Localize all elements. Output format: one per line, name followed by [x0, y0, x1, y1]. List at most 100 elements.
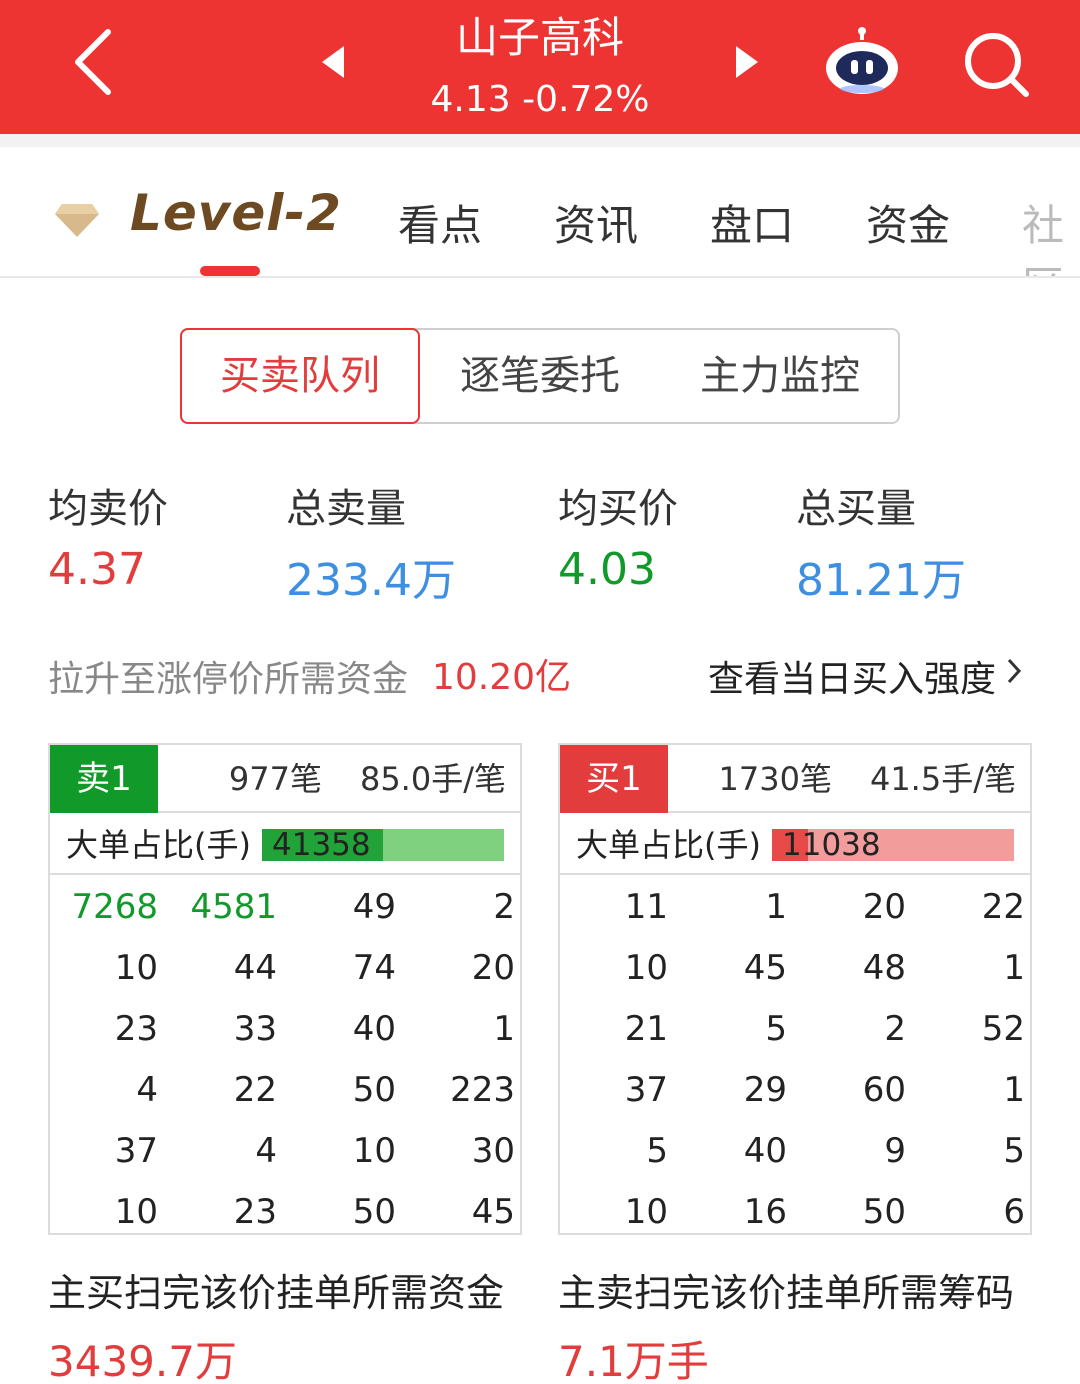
- queue-cell: 11: [624, 887, 668, 927]
- sell1-badge: 卖1: [50, 745, 158, 813]
- avg-buy-price-value: 4.03: [558, 544, 656, 595]
- large-order-ratio-label: 大单占比(手): [66, 826, 251, 864]
- queue-cell: 23: [114, 1009, 158, 1049]
- buy-ratio-value: 11038: [782, 827, 881, 863]
- queue-cell: 50: [352, 1070, 396, 1110]
- total-buy-volume-value: 81.21万: [796, 555, 966, 606]
- queue-cell: 7268: [71, 887, 158, 927]
- buy-queue-panel: 买1 1730笔 41.5手/笔 大单占比(手) 11038 11 1 20 22 10…: [558, 743, 1032, 1235]
- queue-cell: 52: [981, 1009, 1025, 1049]
- queue-cell: 2: [884, 1009, 906, 1049]
- total-sell-volume-value: 233.4万: [286, 555, 456, 606]
- chevron-right-icon[interactable]: [1004, 656, 1024, 686]
- buy1-avg-lots: 41.5手/笔: [869, 760, 1016, 798]
- segment-control: 买卖队列 逐笔委托 主力监控: [180, 328, 900, 424]
- segment-order-by-order[interactable]: 逐笔委托: [420, 330, 660, 422]
- queue-cell: 1: [1003, 948, 1025, 988]
- buy-large-order-ratio: 大单占比(手) 11038: [560, 815, 1030, 875]
- sell-queue-header: 卖1 977笔 85.0手/笔: [50, 745, 520, 813]
- queue-cell: 50: [862, 1192, 906, 1232]
- buy-strength-link[interactable]: 查看当日买入强度: [708, 650, 996, 702]
- queue-cell: 74: [352, 948, 396, 988]
- back-icon[interactable]: [62, 22, 132, 102]
- search-icon[interactable]: [962, 30, 1032, 100]
- queue-cell: 37: [114, 1131, 158, 1171]
- queue-cell: 10: [114, 948, 158, 988]
- queue-cell: 30: [471, 1131, 515, 1171]
- queue-cell: 20: [471, 948, 515, 988]
- robot-assistant-icon[interactable]: [822, 26, 902, 98]
- tab-funds[interactable]: 资金: [866, 192, 950, 253]
- sell1-avg-lots: 85.0手/笔: [359, 760, 506, 798]
- queue-cell: 45: [743, 948, 787, 988]
- queue-cell: 16: [743, 1192, 787, 1232]
- queue-cell: 1: [765, 887, 787, 927]
- queue-cell: 37: [624, 1070, 668, 1110]
- queue-cell: 50: [352, 1192, 396, 1232]
- sell1-order-count: 977笔: [228, 760, 322, 798]
- queue-cell: 22: [233, 1070, 277, 1110]
- avg-sell-price-value: 4.37: [48, 544, 146, 595]
- queue-cell: 21: [624, 1009, 668, 1049]
- queue-cell: 2: [493, 887, 515, 927]
- queue-cell: 4581: [190, 887, 277, 927]
- header-divider-line: [0, 147, 1080, 158]
- stock-header: 山子高科 4.13 -0.72%: [0, 0, 1080, 134]
- stock-name: 山子高科: [455, 13, 624, 62]
- avg-buy-price-label: 均买价: [558, 486, 678, 532]
- sell-ratio-bar: 41358: [262, 829, 504, 861]
- queue-cell: 10: [624, 948, 668, 988]
- diamond-icon: [55, 204, 99, 237]
- queue-cell: 49: [352, 887, 396, 927]
- next-stock-icon[interactable]: [732, 44, 762, 80]
- sell-large-order-ratio: 大单占比(手) 41358: [50, 815, 520, 875]
- queue-cell: 6: [1003, 1192, 1025, 1232]
- buy-ratio-bar: 11038: [772, 829, 1014, 861]
- tab-highlights[interactable]: 看点: [398, 192, 482, 253]
- active-tab-indicator: [200, 266, 260, 276]
- queue-cell: 1: [1003, 1070, 1025, 1110]
- tab-community[interactable]: 社区: [1022, 192, 1080, 276]
- queue-cell: 29: [743, 1070, 787, 1110]
- queue-cell: 22: [981, 887, 1025, 927]
- large-order-ratio-label: 大单占比(手): [576, 826, 761, 864]
- buy-sweep-funds-value: 3439.7万: [48, 1337, 237, 1384]
- queue-cell: 5: [765, 1009, 787, 1049]
- queue-cell: 9: [884, 1131, 906, 1171]
- sell-ratio-value: 41358: [272, 827, 371, 863]
- queue-cell: 10: [352, 1131, 396, 1171]
- sell-queue-panel: 卖1 977笔 85.0手/笔 大单占比(手) 41358 7268 4581 49…: [48, 743, 522, 1235]
- segment-order-queue[interactable]: 买卖队列: [180, 328, 420, 424]
- buy-queue-header: 买1 1730笔 41.5手/笔: [560, 745, 1030, 813]
- buy1-badge: 买1: [560, 745, 668, 813]
- stock-price-change: 4.13 -0.72%: [430, 79, 650, 120]
- queue-cell: 10: [114, 1192, 158, 1232]
- limit-up-funds-value: 10.20亿: [432, 657, 572, 698]
- total-buy-volume-label: 总买量: [796, 486, 916, 532]
- prev-stock-icon[interactable]: [318, 44, 348, 80]
- queue-cell: 223: [450, 1070, 515, 1110]
- queue-cell: 60: [862, 1070, 906, 1110]
- queue-cell: 45: [471, 1192, 515, 1232]
- queue-cell: 33: [233, 1009, 277, 1049]
- sell-sweep-shares-value: 7.1万手: [558, 1337, 709, 1384]
- queue-cell: 4: [255, 1131, 277, 1171]
- segment-main-monitor[interactable]: 主力监控: [660, 330, 900, 422]
- total-sell-volume-label: 总卖量: [286, 486, 406, 532]
- queue-cell: 10: [624, 1192, 668, 1232]
- queue-cell: 1: [493, 1009, 515, 1049]
- tab-level2[interactable]: Level-2: [130, 184, 342, 242]
- tab-bar: Level-2 看点 资讯 盘口 资金 社区: [0, 158, 1080, 278]
- queue-cell: 23: [233, 1192, 277, 1232]
- queue-cell: 20: [862, 887, 906, 927]
- buy1-order-count: 1730笔: [718, 760, 832, 798]
- buy-sweep-funds-label: 主买扫完该价挂单所需资金: [48, 1271, 505, 1315]
- queue-cell: 40: [352, 1009, 396, 1049]
- queue-cell: 4: [136, 1070, 158, 1110]
- avg-sell-price-label: 均卖价: [48, 486, 168, 532]
- queue-cell: 5: [646, 1131, 668, 1171]
- sell-sweep-shares-label: 主卖扫完该价挂单所需筹码: [558, 1271, 1015, 1315]
- tab-news[interactable]: 资讯: [554, 192, 638, 253]
- tab-orderbook[interactable]: 盘口: [710, 192, 794, 253]
- queue-cell: 40: [743, 1131, 787, 1171]
